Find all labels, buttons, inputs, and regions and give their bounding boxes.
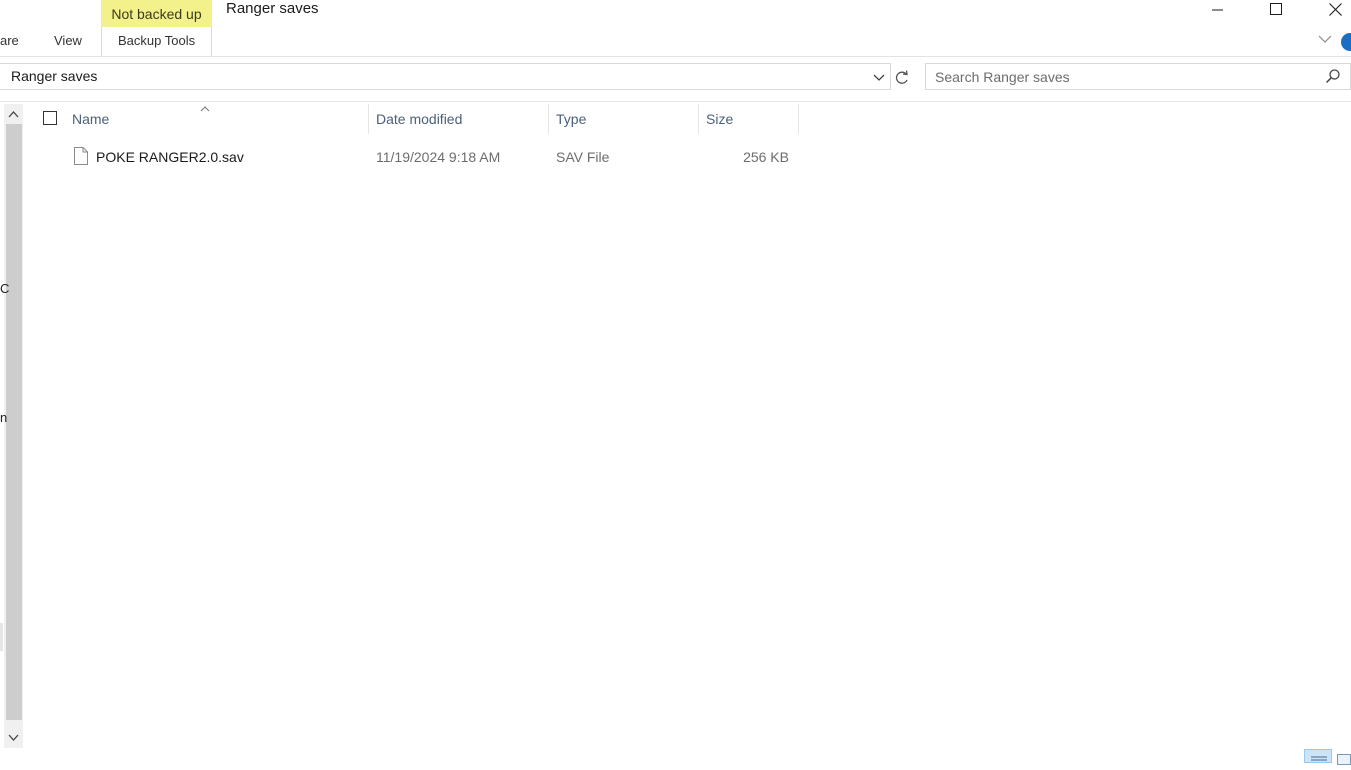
window-title: Ranger saves — [226, 0, 319, 17]
details-view-icon — [1311, 756, 1327, 761]
address-bar[interactable] — [0, 63, 891, 90]
minimize-icon — [1212, 9, 1223, 11]
file-name[interactable]: POKE RANGER2.0.sav — [96, 149, 244, 166]
column-separator[interactable] — [368, 104, 369, 134]
chevron-down-icon — [1318, 35, 1332, 43]
address-path[interactable]: Ranger saves — [11, 68, 97, 85]
scroll-up-button[interactable] — [4, 104, 23, 124]
column-header-date-modified[interactable]: Date modified — [376, 111, 462, 128]
search-icon[interactable] — [1325, 68, 1341, 84]
chevron-down-icon — [873, 74, 885, 81]
nav-pane-scroll-thumb[interactable] — [6, 124, 22, 720]
column-header-name[interactable]: Name — [72, 111, 109, 128]
search-input[interactable]: Search Ranger saves — [935, 69, 1070, 86]
close-button[interactable] — [1312, 0, 1351, 18]
minimize-button[interactable] — [1195, 0, 1241, 18]
scroll-down-button[interactable] — [4, 728, 23, 748]
refresh-icon — [895, 70, 908, 84]
nav-pane-item-partial[interactable]: n — [0, 411, 7, 425]
file-type: SAV File — [556, 149, 610, 165]
tab-backup-tools[interactable]: Backup Tools — [118, 33, 195, 49]
select-all-checkbox[interactable] — [43, 111, 57, 125]
maximize-button[interactable] — [1253, 0, 1299, 18]
address-history-dropdown[interactable] — [872, 66, 890, 88]
ribbon-divider — [0, 56, 1351, 57]
tab-view[interactable]: View — [54, 33, 82, 49]
details-view-button[interactable] — [1304, 749, 1332, 763]
column-header-type[interactable]: Type — [556, 111, 586, 128]
close-icon — [1328, 2, 1342, 16]
large-icons-view-button[interactable] — [1337, 752, 1351, 765]
column-header-size[interactable]: Size — [706, 111, 733, 128]
chevron-up-icon — [8, 111, 19, 118]
column-separator[interactable] — [798, 104, 799, 134]
chevron-down-icon — [8, 734, 19, 741]
nav-pane-edge — [0, 623, 3, 651]
maximize-icon — [1270, 3, 1282, 15]
large-icons-view-icon — [1337, 754, 1351, 765]
sort-ascending-icon — [199, 100, 211, 112]
file-icon — [74, 147, 88, 165]
column-separator[interactable] — [548, 104, 549, 134]
refresh-button[interactable] — [893, 66, 913, 88]
file-date-modified: 11/19/2024 9:18 AM — [376, 149, 501, 165]
column-separator[interactable] — [698, 104, 699, 134]
nav-pane-item-partial[interactable]: C — [0, 282, 9, 296]
tab-share[interactable]: are — [0, 33, 19, 49]
help-icon[interactable] — [1341, 33, 1351, 51]
file-size: 256 KB — [743, 149, 789, 165]
expand-ribbon-button[interactable] — [1318, 33, 1334, 49]
not-backed-up-context-tab[interactable]: Not backed up — [101, 0, 212, 27]
